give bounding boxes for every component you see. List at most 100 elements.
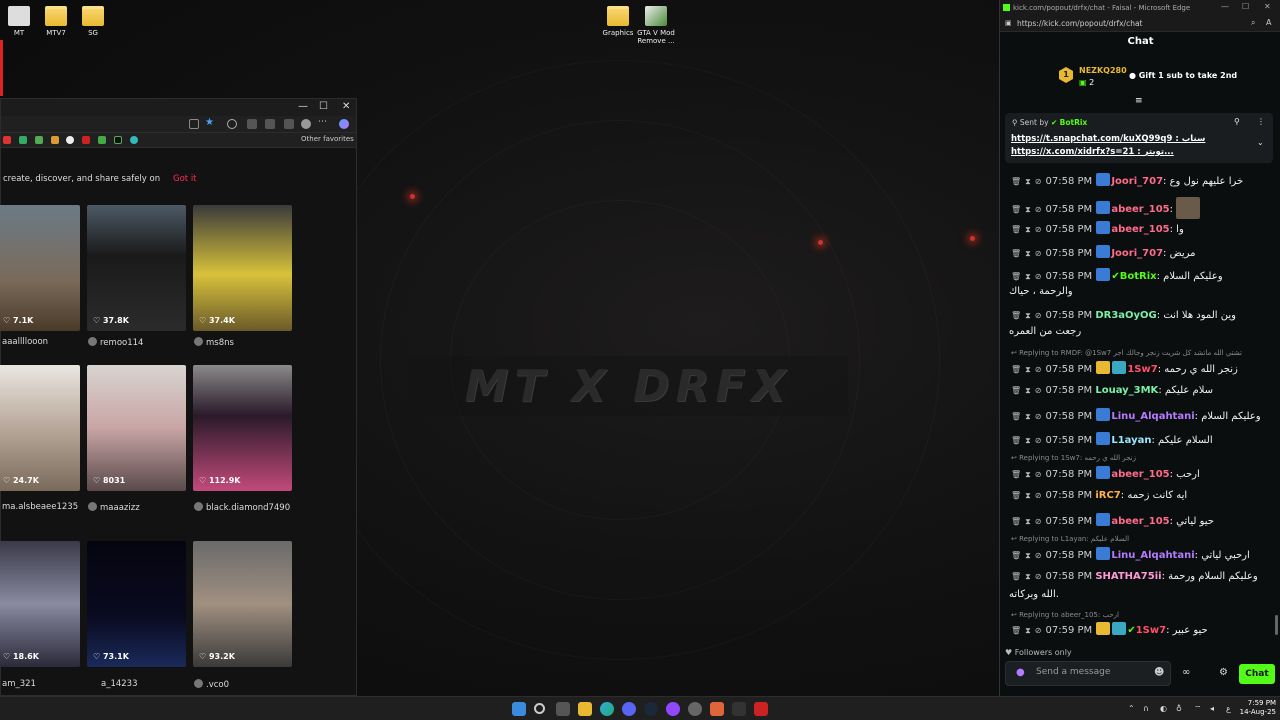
favorite-icon[interactable] (19, 136, 27, 144)
send-message-input[interactable] (1036, 667, 1146, 677)
chat-message[interactable]: 🗑 ⧗ ⊘ 07:58 PM Joori_707: مريض (1011, 245, 1271, 259)
read-aloud-icon[interactable]: A (1266, 18, 1271, 27)
system-clock[interactable]: 7:59 PM 14-Aug-25 (1240, 699, 1276, 717)
chat-message[interactable]: 🗑 ⧗ ⊘ 07:59 PM ✔1Sw7: حيو عبير (1011, 622, 1271, 636)
trash-icon[interactable]: 🗑 (1011, 491, 1021, 500)
timeout-icon[interactable]: ⧗ (1025, 470, 1031, 479)
trash-icon[interactable]: 🗑 (1011, 249, 1021, 258)
trash-icon[interactable]: 🗑 (1011, 412, 1021, 421)
chat-message[interactable]: 🗑 ⧗ ⊘ 07:58 PM Linu_Alqahtani: ارحبي لياتي (1011, 547, 1271, 561)
trash-icon[interactable]: 🗑 (1011, 225, 1021, 234)
chat-message[interactable]: 🗑 ⧗ ⊘ 07:58 PM abeer_105: وا (1011, 221, 1271, 235)
chevron-down-icon[interactable]: ⌄ (1257, 138, 1264, 147)
extensions-icon[interactable] (247, 119, 257, 129)
other-favorites[interactable]: Other favorites (301, 135, 354, 143)
favorite-icon[interactable] (130, 136, 138, 144)
video-card[interactable]: ♡ 18.6K (0, 541, 80, 667)
leader-name[interactable]: NEZKQ280 (1079, 66, 1127, 75)
favorite-icon[interactable] (3, 136, 11, 144)
trash-icon[interactable]: 🗑 (1011, 470, 1021, 479)
ban-icon[interactable]: ⊘ (1035, 365, 1042, 374)
points-icon[interactable]: ∞ (1182, 667, 1190, 678)
video-username[interactable]: black.diamond7490 (194, 502, 290, 513)
video-username[interactable]: remoo114 (88, 337, 143, 348)
timeout-icon[interactable]: ⧗ (1025, 225, 1031, 234)
timeout-icon[interactable]: ⧗ (1025, 572, 1031, 581)
chat-message[interactable]: 🗑 ⧗ ⊘ 07:58 PM 1Sw7: زنجر الله ي رحمه (1011, 361, 1271, 375)
trash-icon[interactable]: 🗑 (1011, 551, 1021, 560)
favorite-icon[interactable] (35, 136, 43, 144)
microphone-icon[interactable]: ● (1016, 667, 1025, 678)
ban-icon[interactable]: ⊘ (1035, 177, 1042, 186)
trash-icon[interactable]: 🗑 (1011, 205, 1021, 214)
chat-message[interactable]: 🗑 ⧗ ⊘ 07:58 PM DR3aOyOG: وين المود هلا انت (1011, 310, 1271, 321)
chat-message[interactable]: 🗑 ⧗ ⊘ 07:58 PM abeer_105: حيو لياتي (1011, 513, 1271, 527)
app-icon[interactable] (754, 702, 768, 716)
minimize-button[interactable]: — (1221, 2, 1229, 11)
emoji-icon[interactable]: ☻ (1154, 667, 1164, 678)
profile-avatar[interactable] (301, 119, 311, 129)
chat-message[interactable]: 🗑 ⧗ ⊘ 07:58 PM SHATHA75ii: وعليكم السلام ور… (1011, 571, 1271, 582)
twitter-link[interactable]: https://x.com/xidrfx?s=21 : تويتر... (1011, 147, 1174, 157)
obs-icon[interactable] (688, 702, 702, 716)
more-icon[interactable]: ⋯ (318, 117, 328, 127)
timeout-icon[interactable]: ⧗ (1025, 205, 1031, 214)
chat-message[interactable]: 🗑 ⧗ ⊘ 07:58 PM iRC7: ايه كانت زحمه (1011, 490, 1271, 501)
filter-icon[interactable]: ≡ (1135, 96, 1143, 106)
minimize-button[interactable]: — (298, 101, 308, 112)
timeout-icon[interactable]: ⧗ (1025, 412, 1031, 421)
timeout-icon[interactable]: ⧗ (1025, 551, 1031, 560)
got-it-button[interactable]: Got it (173, 174, 197, 184)
timeout-icon[interactable]: ⧗ (1025, 491, 1031, 500)
chat-message[interactable]: 🗑 ⧗ ⊘ 07:58 PM ✔BotRix: وعليكم السلام (1011, 268, 1271, 282)
ban-icon[interactable]: ⊘ (1035, 551, 1042, 560)
search-icon[interactable] (534, 703, 545, 714)
video-card[interactable]: ♡ 8031 (87, 365, 186, 491)
start-windows-icon[interactable] (512, 702, 526, 716)
chat-scrollbar[interactable] (1275, 615, 1278, 635)
ban-icon[interactable]: ⊘ (1035, 412, 1042, 421)
chat-message[interactable]: 🗑 ⧗ ⊘ 07:58 PM Louay_3MK: سلام عليكم (1011, 385, 1271, 396)
chat-message[interactable]: 🗑 ⧗ ⊘ 07:58 PM L1ayan: السلام عليكم (1011, 432, 1271, 446)
steam-icon[interactable] (644, 702, 658, 716)
ban-icon[interactable]: ⊘ (1035, 572, 1042, 581)
trash-icon[interactable]: 🗑 (1011, 572, 1021, 581)
timeout-icon[interactable]: ⧗ (1025, 517, 1031, 526)
refresh-icon[interactable] (227, 119, 237, 129)
video-card[interactable]: ♡ 73.1K (87, 541, 186, 667)
video-card[interactable]: ♡ 37.4K (193, 205, 292, 331)
pin-icon[interactable]: ⚲ (1234, 117, 1240, 126)
close-button[interactable]: ✕ (342, 101, 350, 112)
video-username[interactable]: ms8ns (194, 337, 234, 348)
timeout-icon[interactable]: ⧗ (1025, 177, 1031, 186)
video-username[interactable]: ma.alsbeaee1235 (2, 502, 78, 512)
video-card[interactable]: ♡ 24.7K (0, 365, 80, 491)
video-username[interactable]: maaazizz (88, 502, 140, 513)
favorite-icon[interactable] (114, 136, 122, 144)
snapchat-link[interactable]: https://t.snapchat.com/kuXQ99q9 : سناب (1011, 134, 1205, 144)
app-icon[interactable] (732, 702, 746, 716)
trash-icon[interactable]: 🗑 (1011, 436, 1021, 445)
network-icon[interactable]: ◐ (1160, 704, 1167, 713)
trash-icon[interactable]: 🗑 (1011, 517, 1021, 526)
pinned-sender[interactable]: BotRix (1060, 118, 1088, 127)
timeout-icon[interactable]: ⧗ (1025, 365, 1031, 374)
task-view-icon[interactable] (556, 702, 570, 716)
more-options-icon[interactable]: ⋮ (1257, 117, 1265, 126)
microphone-icon[interactable]: ♁ (1176, 704, 1182, 713)
star-icon[interactable]: ★ (205, 117, 215, 128)
trash-icon[interactable]: 🗑 (1011, 177, 1021, 186)
copilot-icon[interactable] (339, 119, 349, 129)
video-username[interactable]: am_321 (2, 679, 36, 689)
gift-sub-text[interactable]: Gift 1 sub to take 2nd (1139, 71, 1237, 80)
twitch-icon[interactable] (666, 702, 680, 716)
settings-gear-icon[interactable]: ⚙ (1219, 667, 1228, 678)
ban-icon[interactable]: ⊘ (1035, 386, 1042, 395)
chat-message[interactable]: 🗑 ⧗ ⊘ 07:58 PM abeer_105: (1011, 197, 1271, 219)
maximize-button[interactable]: ☐ (1242, 2, 1249, 11)
video-username[interactable]: .vco0 (194, 679, 229, 690)
trash-icon[interactable]: 🗑 (1011, 386, 1021, 395)
ban-icon[interactable]: ⊘ (1035, 470, 1042, 479)
video-username[interactable]: a_14233 (101, 679, 138, 689)
favorite-icon[interactable] (98, 136, 106, 144)
